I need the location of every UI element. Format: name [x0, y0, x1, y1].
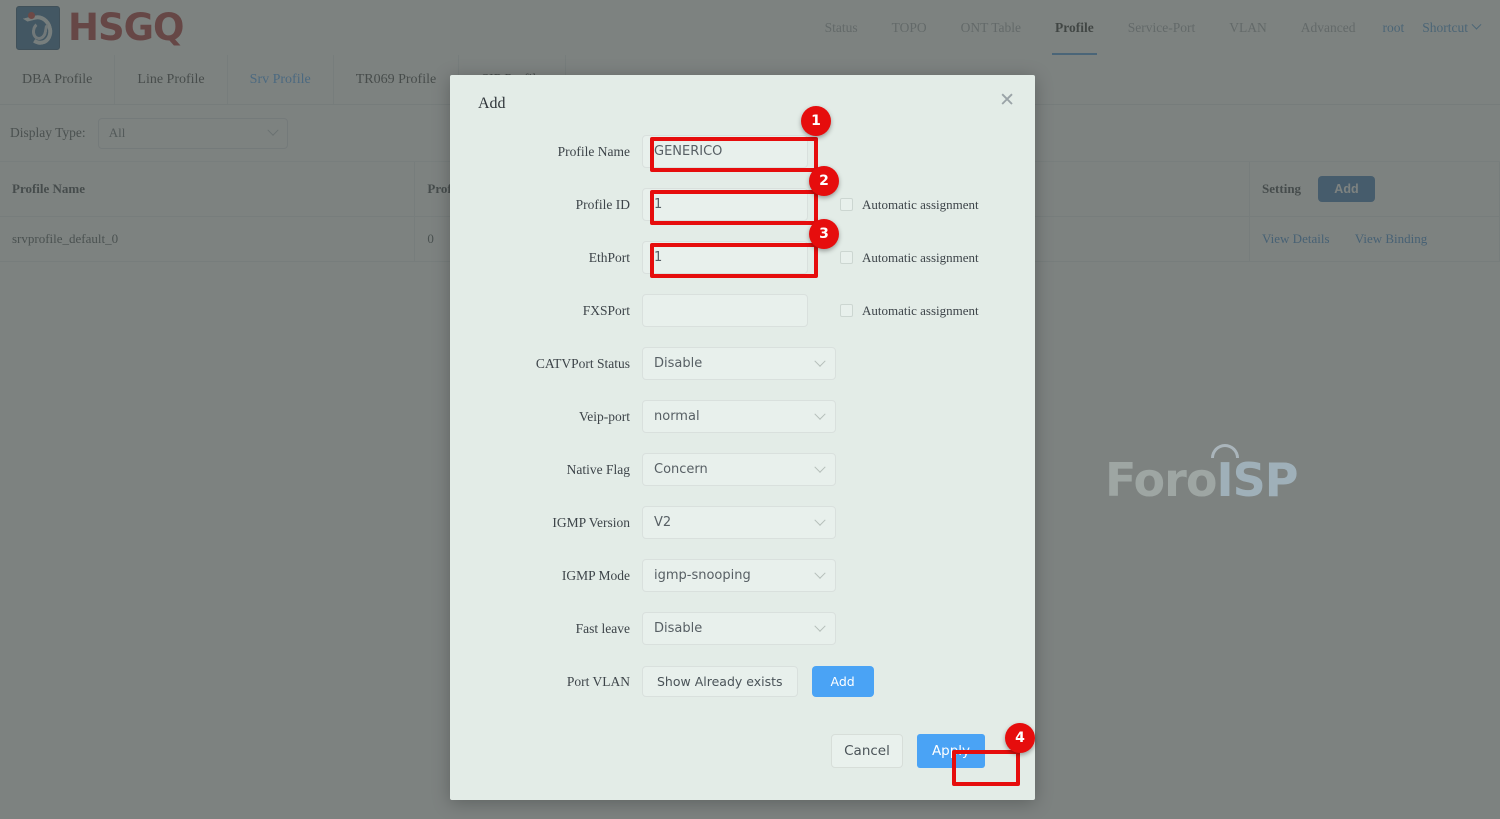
label-profile-id: Profile ID: [575, 196, 630, 212]
native-flag-value: Concern: [654, 462, 708, 477]
show-already-exists-button[interactable]: Show Already exists: [642, 666, 798, 697]
form-row-igmp-mode: IGMP Mode igmp-snooping: [450, 549, 1035, 602]
fast-leave-select[interactable]: Disable: [642, 612, 836, 645]
form-row-catvport-status: CATVPort Status Disable: [450, 337, 1035, 390]
igmp-version-select[interactable]: V2: [642, 506, 836, 539]
label-port-vlan: Port VLAN: [566, 673, 630, 689]
veip-port-select[interactable]: normal: [642, 400, 836, 433]
add-srv-profile-dialog: Add ✕ ForoISP Profile Name Profile ID Au…: [450, 75, 1298, 800]
form-row-veip-port: Veip-port normal: [450, 390, 1035, 443]
checkbox-auto-assign-fxsport[interactable]: [840, 304, 853, 317]
apply-button[interactable]: Apply: [917, 734, 985, 768]
profile-id-input[interactable]: [642, 188, 808, 221]
form-row-port-vlan: Port VLAN Show Already exists Add: [450, 655, 1035, 708]
cancel-button[interactable]: Cancel: [831, 734, 903, 768]
label-veip-port: Veip-port: [579, 408, 630, 424]
auto-assign-fxsport[interactable]: Automatic assignment: [840, 303, 979, 319]
label-ethport: EthPort: [588, 249, 630, 265]
chevron-down-icon: [814, 567, 826, 579]
auto-assign-label: Automatic assignment: [862, 249, 979, 265]
checkbox-auto-assign-ethport[interactable]: [840, 251, 853, 264]
label-profile-name: Profile Name: [557, 143, 630, 159]
catvport-status-select[interactable]: Disable: [642, 347, 836, 380]
form-row-igmp-version: IGMP Version V2: [450, 496, 1035, 549]
fxsport-input[interactable]: [642, 294, 808, 327]
label-igmp-version: IGMP Version: [552, 514, 630, 530]
auto-assign-label: Automatic assignment: [862, 302, 979, 318]
label-fxsport: FXSPort: [582, 302, 630, 318]
dialog-footer: Cancel Apply: [831, 734, 985, 768]
veip-port-value: normal: [654, 409, 700, 424]
chevron-down-icon: [814, 408, 826, 420]
form-row-profile-id: Profile ID Automatic assignment: [450, 178, 1035, 231]
label-fast-leave: Fast leave: [575, 620, 630, 636]
igmp-mode-select[interactable]: igmp-snooping: [642, 559, 836, 592]
igmp-mode-value: igmp-snooping: [654, 568, 751, 583]
chevron-down-icon: [814, 620, 826, 632]
ethport-input[interactable]: [642, 241, 808, 274]
chevron-down-icon: [814, 461, 826, 473]
port-vlan-add-button[interactable]: Add: [811, 666, 874, 697]
dialog-title: Add: [478, 95, 506, 112]
checkbox-auto-assign-profile-id[interactable]: [840, 198, 853, 211]
form-row-ethport: EthPort Automatic assignment: [450, 231, 1035, 284]
chevron-down-icon: [814, 355, 826, 367]
form-row-fast-leave: Fast leave Disable: [450, 602, 1035, 655]
catvport-status-value: Disable: [654, 356, 703, 371]
auto-assign-ethport[interactable]: Automatic assignment: [840, 250, 979, 266]
auto-assign-label: Automatic assignment: [862, 196, 979, 212]
form-row-fxsport: FXSPort Automatic assignment: [450, 284, 1035, 337]
label-igmp-mode: IGMP Mode: [561, 567, 630, 583]
native-flag-select[interactable]: Concern: [642, 453, 836, 486]
fast-leave-value: Disable: [654, 621, 703, 636]
label-catvport-status: CATVPort Status: [535, 355, 630, 371]
form-row-native-flag: Native Flag Concern: [450, 443, 1035, 496]
close-icon[interactable]: ✕: [999, 91, 1015, 110]
form-row-profile-name: Profile Name: [450, 125, 1035, 178]
auto-assign-profile-id[interactable]: Automatic assignment: [840, 197, 979, 213]
igmp-version-value: V2: [654, 515, 672, 530]
dialog-form: Profile Name Profile ID Automatic assign…: [450, 125, 1035, 708]
label-native-flag: Native Flag: [566, 461, 630, 477]
profile-name-input[interactable]: [642, 135, 808, 168]
chevron-down-icon: [814, 514, 826, 526]
